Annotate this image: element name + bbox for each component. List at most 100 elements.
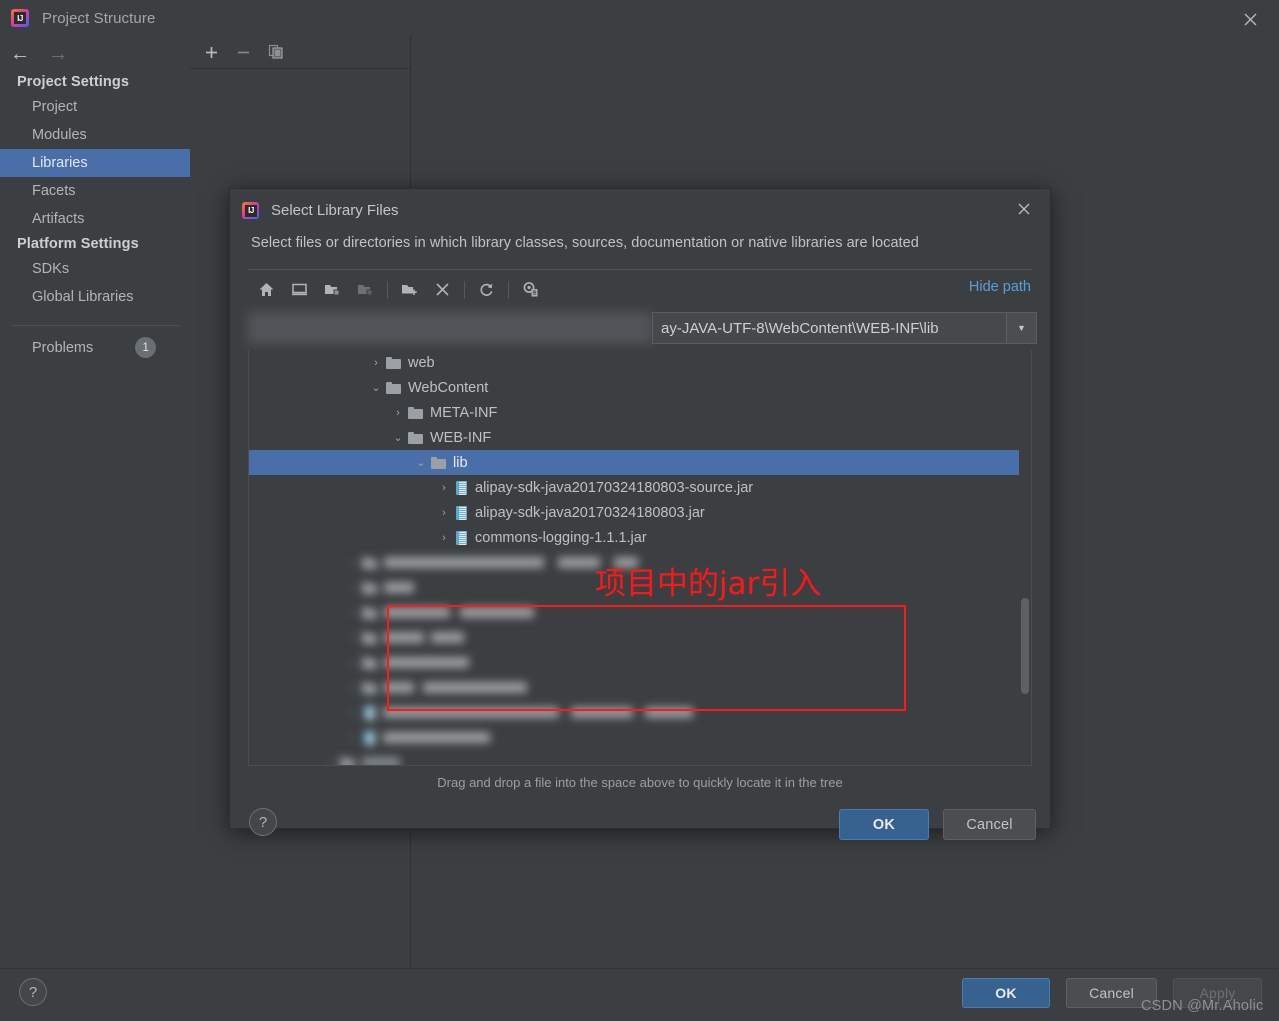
watermark-text: CSDN @Mr.Aholic	[1141, 998, 1264, 1014]
jar-file-icon	[456, 480, 467, 495]
add-library-button[interactable]	[204, 45, 219, 60]
tree-node-label: WebContent	[408, 379, 489, 396]
twisty-icon[interactable]: ›	[345, 707, 359, 719]
module-folder-icon	[349, 275, 382, 305]
toolbar-separator	[387, 280, 388, 299]
folder-icon	[340, 756, 355, 765]
sidebar-item-modules[interactable]: Modules	[0, 121, 190, 149]
tree-scrollbar-thumb[interactable]	[1021, 598, 1029, 694]
table-row-redacted[interactable]: ›	[249, 625, 1031, 650]
project-structure-window: IJ Project Structure ← → Project Setting…	[0, 0, 1279, 1021]
back-arrow-icon[interactable]: ←	[10, 44, 30, 64]
file-tree[interactable]: › web ⌄ WebContent › META-INF ⌄ WEB-INF	[248, 350, 1032, 766]
help-button[interactable]: ?	[19, 978, 47, 1006]
table-row[interactable]: ⌄ WebContent	[249, 375, 1031, 400]
twisty-icon[interactable]: ⌄	[369, 381, 383, 394]
table-row[interactable]: › alipay-sdk-java20170324180803.jar	[249, 500, 1031, 525]
dialog-close-icon[interactable]	[1012, 197, 1036, 221]
tree-node-label: alipay-sdk-java20170324180803-source.jar	[475, 479, 754, 496]
redacted-text	[423, 682, 527, 693]
dialog-titlebar: IJ Select Library Files	[230, 189, 1050, 231]
redacted-text	[383, 707, 559, 718]
twisty-icon[interactable]: ›	[437, 532, 451, 544]
table-row-redacted[interactable]: ›	[249, 725, 1031, 750]
table-row[interactable]: ⌄ WEB-INF	[249, 425, 1031, 450]
path-input[interactable]: ay-JAVA-UTF-8\WebContent\WEB-INF\lib ▼	[652, 312, 1037, 344]
twisty-icon[interactable]: ›	[345, 732, 359, 744]
twisty-icon[interactable]: ›	[323, 757, 337, 766]
folder-icon	[386, 356, 401, 369]
folder-icon	[386, 381, 401, 394]
annotation-label: 项目中的jar引入	[595, 566, 822, 602]
redacted-text	[383, 732, 490, 743]
select-library-files-dialog: IJ Select Library Files Select files or …	[229, 188, 1051, 840]
tree-scrollbar-track[interactable]	[1019, 350, 1031, 765]
tree-node-label: alipay-sdk-java20170324180803.jar	[475, 504, 705, 521]
folder-icon	[362, 556, 377, 569]
dialog-cancel-button[interactable]: Cancel	[943, 809, 1036, 840]
sidebar-item-project[interactable]: Project	[0, 93, 190, 121]
dialog-ok-button[interactable]: OK	[839, 809, 929, 840]
drag-drop-hint: Drag and drop a file into the space abov…	[437, 775, 843, 790]
twisty-icon[interactable]: ›	[437, 482, 451, 494]
twisty-icon[interactable]: ⌄	[391, 431, 405, 444]
sidebar-item-artifacts[interactable]: Artifacts	[0, 205, 190, 233]
twisty-icon[interactable]: ⌄	[414, 456, 428, 469]
folder-icon	[431, 456, 446, 469]
twisty-icon[interactable]: ›	[437, 507, 451, 519]
folder-icon	[408, 406, 423, 419]
copy-library-button[interactable]	[268, 44, 284, 60]
project-folder-icon[interactable]	[316, 275, 349, 305]
window-title: Project Structure	[42, 9, 156, 27]
twisty-icon[interactable]: ›	[369, 357, 383, 369]
twisty-icon[interactable]: ›	[345, 607, 359, 619]
settings-sidebar: ← → Project Settings Project Modules Lib…	[0, 36, 190, 968]
libraries-toolbar	[190, 36, 410, 69]
delete-icon[interactable]	[426, 275, 459, 305]
table-row-redacted[interactable]: ›	[249, 750, 1031, 766]
ok-button[interactable]: OK	[962, 978, 1050, 1008]
tree-node-label: WEB-INF	[430, 429, 492, 446]
forward-arrow-icon[interactable]: →	[48, 44, 68, 64]
file-chooser-toolbar: Hide path	[230, 272, 1050, 307]
remove-library-button[interactable]	[236, 45, 251, 60]
desktop-icon[interactable]	[283, 275, 316, 305]
dialog-subtitle: Select files or directories in which lib…	[251, 235, 919, 251]
path-blurred-segment	[248, 312, 652, 344]
twisty-icon[interactable]: ›	[345, 632, 359, 644]
redacted-text	[571, 707, 633, 718]
twisty-icon[interactable]: ›	[345, 682, 359, 694]
tree-node-label: lib	[453, 454, 468, 471]
sidebar-item-global-libraries[interactable]: Global Libraries	[0, 283, 190, 311]
sidebar-item-problems[interactable]: Problems 1	[0, 326, 190, 358]
twisty-icon[interactable]: ›	[345, 657, 359, 669]
home-icon[interactable]	[250, 275, 283, 305]
sidebar-item-facets[interactable]: Facets	[0, 177, 190, 205]
chevron-down-icon[interactable]: ▼	[1006, 313, 1036, 343]
folder-icon	[362, 581, 377, 594]
sidebar-item-libraries[interactable]: Libraries	[0, 149, 190, 177]
show-hidden-icon[interactable]	[514, 275, 547, 305]
redacted-text	[384, 607, 450, 618]
table-row-redacted[interactable]: ›	[249, 600, 1031, 625]
table-row[interactable]: › commons-logging-1.1.1.jar	[249, 525, 1031, 550]
dialog-help-button[interactable]: ?	[249, 808, 277, 836]
close-icon[interactable]	[1237, 6, 1263, 32]
table-row[interactable]: › alipay-sdk-java20170324180803-source.j…	[249, 475, 1031, 500]
table-row-redacted[interactable]: ›	[249, 650, 1031, 675]
table-row[interactable]: › web	[249, 350, 1031, 375]
twisty-icon[interactable]: ›	[345, 582, 359, 594]
tree-node-label: web	[408, 354, 435, 371]
table-row-selected[interactable]: ⌄ lib	[249, 450, 1031, 475]
refresh-icon[interactable]	[470, 275, 503, 305]
new-folder-icon[interactable]	[393, 275, 426, 305]
table-row-redacted[interactable]: ›	[249, 675, 1031, 700]
table-row-redacted[interactable]: ›	[249, 700, 1031, 725]
table-row[interactable]: › META-INF	[249, 400, 1031, 425]
twisty-icon[interactable]: ›	[391, 407, 405, 419]
hide-path-link[interactable]: Hide path	[969, 279, 1031, 295]
twisty-icon[interactable]: ›	[345, 557, 359, 569]
dialog-divider	[248, 269, 1032, 270]
redacted-text	[384, 682, 414, 693]
sidebar-item-sdks[interactable]: SDKs	[0, 255, 190, 283]
